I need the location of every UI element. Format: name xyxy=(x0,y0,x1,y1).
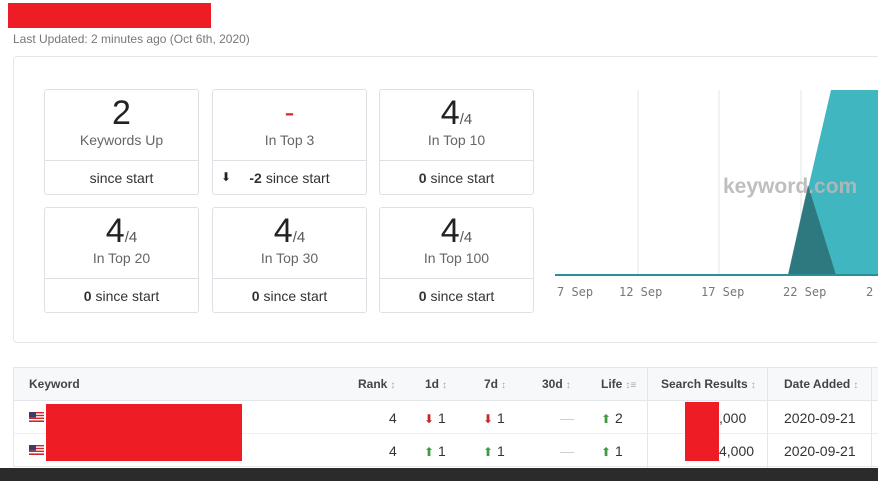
col-life[interactable]: Life ↕≡ xyxy=(601,377,636,391)
sort-icon[interactable]: ↕≡ xyxy=(625,380,636,391)
change-1d: 1 xyxy=(437,410,446,426)
stat-total: /4 xyxy=(124,229,138,246)
stat-change-text: since start xyxy=(265,170,330,186)
stat-change-text: since start xyxy=(430,288,495,304)
stat-change-value: -2 xyxy=(249,170,262,186)
arrow-up-icon: ⬆ xyxy=(424,445,435,459)
change-life: 1 xyxy=(614,443,623,459)
sort-icon[interactable]: ↕ xyxy=(390,380,395,391)
change-7d: 1 xyxy=(496,410,505,426)
rank-value: 4 xyxy=(389,410,397,426)
window-bottom-bar xyxy=(0,468,878,481)
chart-watermark: keyword.com xyxy=(723,175,857,198)
search-results-value: ,000 xyxy=(719,410,747,426)
change-1d: 1 xyxy=(437,443,446,459)
stat-value: 4 xyxy=(440,212,460,250)
sort-icon[interactable]: ↕ xyxy=(751,380,756,391)
table-header: Keyword Rank ↕ 1d ↕ 7d ↕ 30d ↕ Life ↕≡ Search… xyxy=(14,368,878,401)
col-keyword[interactable]: Keyword xyxy=(29,377,80,391)
change-life: 2 xyxy=(614,410,623,426)
stat-change-text: since start xyxy=(263,288,328,304)
stat-change-text: since start xyxy=(89,170,154,186)
arrow-down-icon: ⬇ xyxy=(221,170,232,184)
col-30d[interactable]: 30d ↕ xyxy=(542,377,571,391)
x-tick-label: 22 Sep xyxy=(783,285,826,299)
stat-label: In Top 20 xyxy=(92,250,151,266)
stat-label: Keywords Up xyxy=(79,132,164,148)
stat-value: 4 xyxy=(273,212,293,250)
stat-change-value: 0 xyxy=(251,288,260,304)
arrow-up-icon: ⬆ xyxy=(601,412,612,426)
rank-value: 4 xyxy=(389,443,397,459)
stat-label: In Top 30 xyxy=(260,250,319,266)
arrow-up-icon: ⬆ xyxy=(601,445,612,459)
ranking-chart: keyword.com 7 Sep 12 Sep 17 Sep 22 Sep 2 xyxy=(555,90,878,299)
redacted-keyword xyxy=(46,404,242,461)
x-tick-label: 17 Sep xyxy=(701,285,744,299)
col-7d[interactable]: 7d ↕ xyxy=(484,377,506,391)
us-flag-icon xyxy=(29,412,44,422)
redacted-search-results xyxy=(685,402,719,461)
stat-total: /4 xyxy=(292,229,306,246)
stat-card-top-3: - In Top 3 ⬇ -2 since start xyxy=(212,89,367,195)
date-added-value: 2020-09-21 xyxy=(784,410,856,426)
stat-card-top-100: 4/4 In Top 100 0 since start xyxy=(379,207,534,313)
stat-value: 2 xyxy=(112,94,131,132)
x-tick-label: 12 Sep xyxy=(619,285,662,299)
stat-card-top-10: 4/4 In Top 10 0 since start xyxy=(379,89,534,195)
sort-icon[interactable]: ↕ xyxy=(853,380,858,391)
arrow-down-icon: ⬇ xyxy=(424,412,435,426)
stat-change-text: since start xyxy=(430,170,495,186)
sort-icon[interactable]: ↕ xyxy=(442,380,447,391)
col-rank[interactable]: Rank ↕ xyxy=(358,377,395,391)
stat-card-top-20: 4/4 In Top 20 0 since start xyxy=(44,207,199,313)
arrow-up-icon: ⬆ xyxy=(483,445,494,459)
x-tick-label: 2 xyxy=(866,285,873,299)
x-tick-label: 7 Sep xyxy=(557,285,593,299)
stat-value: 4 xyxy=(105,212,125,250)
date-added-value: 2020-09-21 xyxy=(784,443,856,459)
search-results-value: 4,000 xyxy=(719,443,755,459)
stat-card-keywords-up: 2 Keywords Up since start xyxy=(44,89,199,195)
arrow-down-icon: ⬇ xyxy=(483,412,494,426)
col-search-results[interactable]: Search Results ↕ xyxy=(661,377,756,391)
col-1d[interactable]: 1d ↕ xyxy=(425,377,447,391)
change-30d: — xyxy=(560,443,574,459)
redacted-title xyxy=(8,3,211,28)
us-flag-icon xyxy=(29,445,44,455)
stat-change-value: 0 xyxy=(418,288,427,304)
stat-total: /4 xyxy=(459,229,473,246)
stat-change-value: 0 xyxy=(418,170,427,186)
stat-value: 4 xyxy=(440,94,460,132)
sort-icon[interactable]: ↕ xyxy=(501,380,506,391)
change-7d: 1 xyxy=(496,443,505,459)
change-30d: — xyxy=(560,410,574,426)
stat-value: - xyxy=(284,96,295,129)
col-date-added[interactable]: Date Added ↕ xyxy=(784,377,858,391)
stat-card-top-30: 4/4 In Top 30 0 since start xyxy=(212,207,367,313)
sort-icon[interactable]: ↕ xyxy=(566,380,571,391)
stat-label: In Top 100 xyxy=(423,250,490,266)
stat-change-text: since start xyxy=(95,288,160,304)
stat-total: /4 xyxy=(459,111,473,128)
stat-label: In Top 10 xyxy=(427,132,486,148)
last-updated-text: Last Updated: 2 minutes ago (Oct 6th, 20… xyxy=(13,32,250,46)
stat-label: In Top 3 xyxy=(264,132,315,148)
stat-change-value: 0 xyxy=(83,288,92,304)
